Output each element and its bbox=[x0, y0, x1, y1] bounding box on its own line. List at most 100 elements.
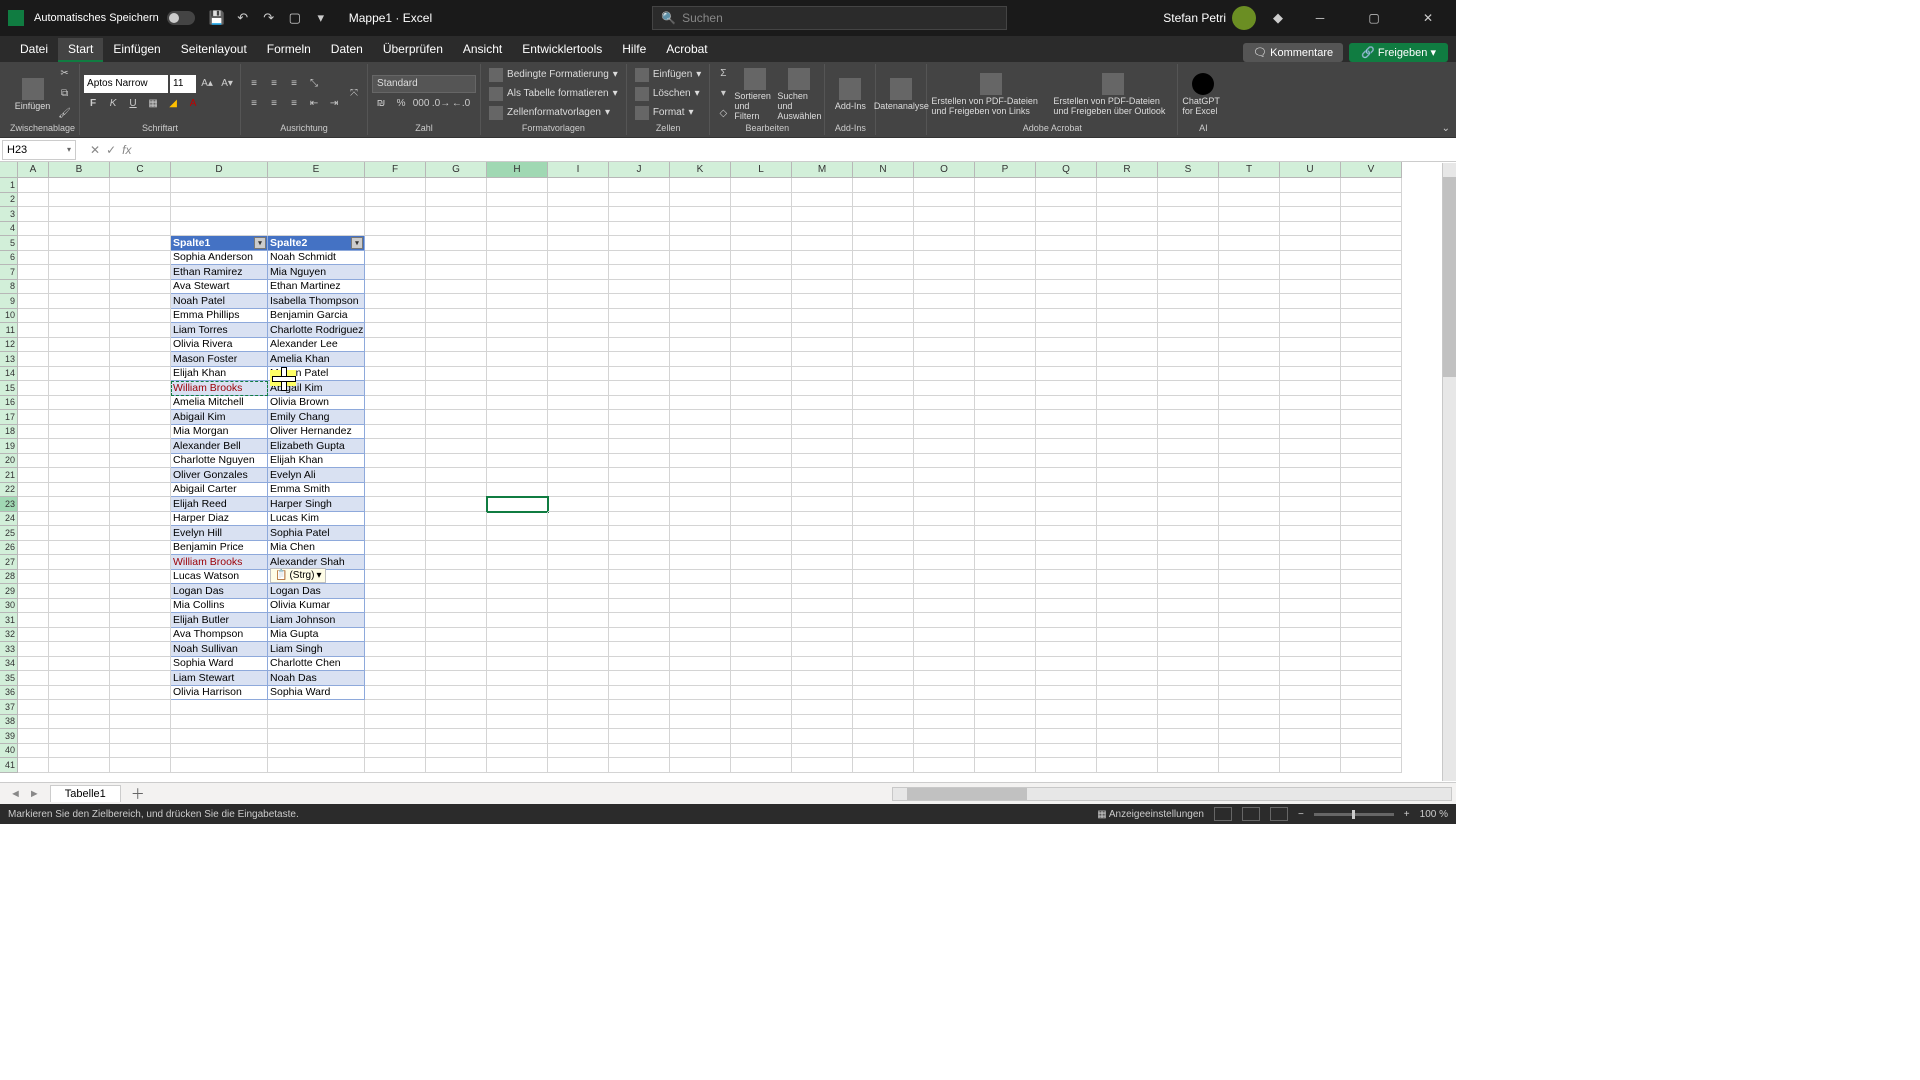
cell[interactable] bbox=[792, 555, 853, 570]
cell[interactable] bbox=[110, 338, 171, 353]
cell[interactable] bbox=[1341, 454, 1402, 469]
cell[interactable] bbox=[110, 613, 171, 628]
cell[interactable] bbox=[1219, 381, 1280, 396]
cell[interactable] bbox=[1097, 396, 1158, 411]
cell[interactable] bbox=[1158, 396, 1219, 411]
cell[interactable] bbox=[18, 628, 49, 643]
cell[interactable] bbox=[914, 294, 975, 309]
cell[interactable] bbox=[1219, 526, 1280, 541]
cell[interactable] bbox=[18, 236, 49, 251]
cell[interactable] bbox=[609, 613, 670, 628]
cell[interactable] bbox=[1280, 555, 1341, 570]
cell[interactable] bbox=[792, 744, 853, 759]
cell[interactable] bbox=[1036, 410, 1097, 425]
cell[interactable] bbox=[731, 686, 792, 701]
cell[interactable] bbox=[670, 483, 731, 498]
cell[interactable] bbox=[1219, 613, 1280, 628]
cell[interactable] bbox=[1036, 236, 1097, 251]
row-header[interactable]: 15 bbox=[0, 381, 18, 396]
cell[interactable] bbox=[18, 294, 49, 309]
cell[interactable] bbox=[110, 323, 171, 338]
cell[interactable] bbox=[670, 570, 731, 585]
row-header[interactable]: 30 bbox=[0, 599, 18, 614]
cell[interactable] bbox=[365, 628, 426, 643]
cell[interactable] bbox=[792, 222, 853, 237]
cell[interactable] bbox=[1280, 439, 1341, 454]
cell[interactable] bbox=[365, 439, 426, 454]
cell[interactable] bbox=[1280, 758, 1341, 773]
cell[interactable] bbox=[975, 439, 1036, 454]
cell[interactable] bbox=[1036, 193, 1097, 208]
cell[interactable] bbox=[268, 700, 365, 715]
cell[interactable] bbox=[792, 309, 853, 324]
cell[interactable] bbox=[1036, 642, 1097, 657]
cell[interactable] bbox=[1036, 222, 1097, 237]
collapse-ribbon-icon[interactable]: ⌄ bbox=[1442, 123, 1450, 134]
cell[interactable] bbox=[365, 323, 426, 338]
column-header[interactable]: M bbox=[792, 162, 853, 178]
cell[interactable] bbox=[1036, 425, 1097, 440]
cell[interactable]: Alexander Bell bbox=[171, 439, 268, 454]
cell[interactable] bbox=[18, 178, 49, 193]
cell[interactable] bbox=[1280, 338, 1341, 353]
cell[interactable] bbox=[853, 468, 914, 483]
cell[interactable] bbox=[975, 222, 1036, 237]
cell[interactable] bbox=[609, 178, 670, 193]
create-pdf-links-button[interactable]: Erstellen von PDF-Dateien und Freigeben … bbox=[931, 71, 1051, 116]
cell[interactable] bbox=[1097, 251, 1158, 266]
cell[interactable] bbox=[18, 744, 49, 759]
cell[interactable] bbox=[487, 570, 548, 585]
cell[interactable] bbox=[49, 280, 110, 295]
row-header[interactable]: 37 bbox=[0, 700, 18, 715]
cell[interactable] bbox=[670, 265, 731, 280]
cell[interactable] bbox=[731, 599, 792, 614]
cell[interactable] bbox=[171, 758, 268, 773]
cell[interactable] bbox=[548, 222, 609, 237]
cell[interactable] bbox=[365, 410, 426, 425]
cut-icon[interactable]: ✂ bbox=[56, 65, 74, 83]
cell[interactable] bbox=[731, 265, 792, 280]
cell[interactable] bbox=[731, 236, 792, 251]
cell[interactable] bbox=[609, 657, 670, 672]
cell[interactable] bbox=[1341, 381, 1402, 396]
cell[interactable] bbox=[1158, 671, 1219, 686]
cell[interactable] bbox=[1036, 700, 1097, 715]
cell[interactable] bbox=[426, 207, 487, 222]
cell[interactable] bbox=[426, 323, 487, 338]
cell[interactable] bbox=[548, 483, 609, 498]
zoom-in-button[interactable]: + bbox=[1404, 809, 1410, 820]
cell[interactable] bbox=[548, 744, 609, 759]
cell[interactable] bbox=[365, 193, 426, 208]
cell[interactable] bbox=[1036, 280, 1097, 295]
cell[interactable] bbox=[487, 265, 548, 280]
align-top-icon[interactable]: ≡ bbox=[245, 75, 263, 93]
cell[interactable] bbox=[975, 541, 1036, 556]
cell[interactable] bbox=[1341, 410, 1402, 425]
cell[interactable] bbox=[1097, 454, 1158, 469]
cell[interactable] bbox=[365, 613, 426, 628]
cell[interactable] bbox=[1341, 671, 1402, 686]
cell[interactable] bbox=[49, 454, 110, 469]
cell[interactable] bbox=[487, 584, 548, 599]
column-header[interactable]: D bbox=[171, 162, 268, 178]
cell[interactable] bbox=[609, 686, 670, 701]
cell[interactable] bbox=[1280, 584, 1341, 599]
cell[interactable] bbox=[975, 758, 1036, 773]
cell[interactable] bbox=[914, 729, 975, 744]
row-header[interactable]: 38 bbox=[0, 715, 18, 730]
cell[interactable] bbox=[1341, 251, 1402, 266]
cell[interactable] bbox=[914, 758, 975, 773]
tab-hilfe[interactable]: Hilfe bbox=[612, 38, 656, 62]
cell[interactable] bbox=[18, 758, 49, 773]
cell[interactable] bbox=[670, 584, 731, 599]
cell[interactable] bbox=[426, 715, 487, 730]
cell[interactable] bbox=[110, 628, 171, 643]
cell[interactable]: Charlotte Nguyen bbox=[171, 454, 268, 469]
cell[interactable] bbox=[731, 671, 792, 686]
cell[interactable]: Emily Chang bbox=[268, 410, 365, 425]
format-cells-button[interactable]: Format ▾ bbox=[631, 104, 706, 122]
cell[interactable] bbox=[110, 686, 171, 701]
cell[interactable] bbox=[975, 715, 1036, 730]
cell[interactable] bbox=[1097, 280, 1158, 295]
cell[interactable] bbox=[1036, 729, 1097, 744]
